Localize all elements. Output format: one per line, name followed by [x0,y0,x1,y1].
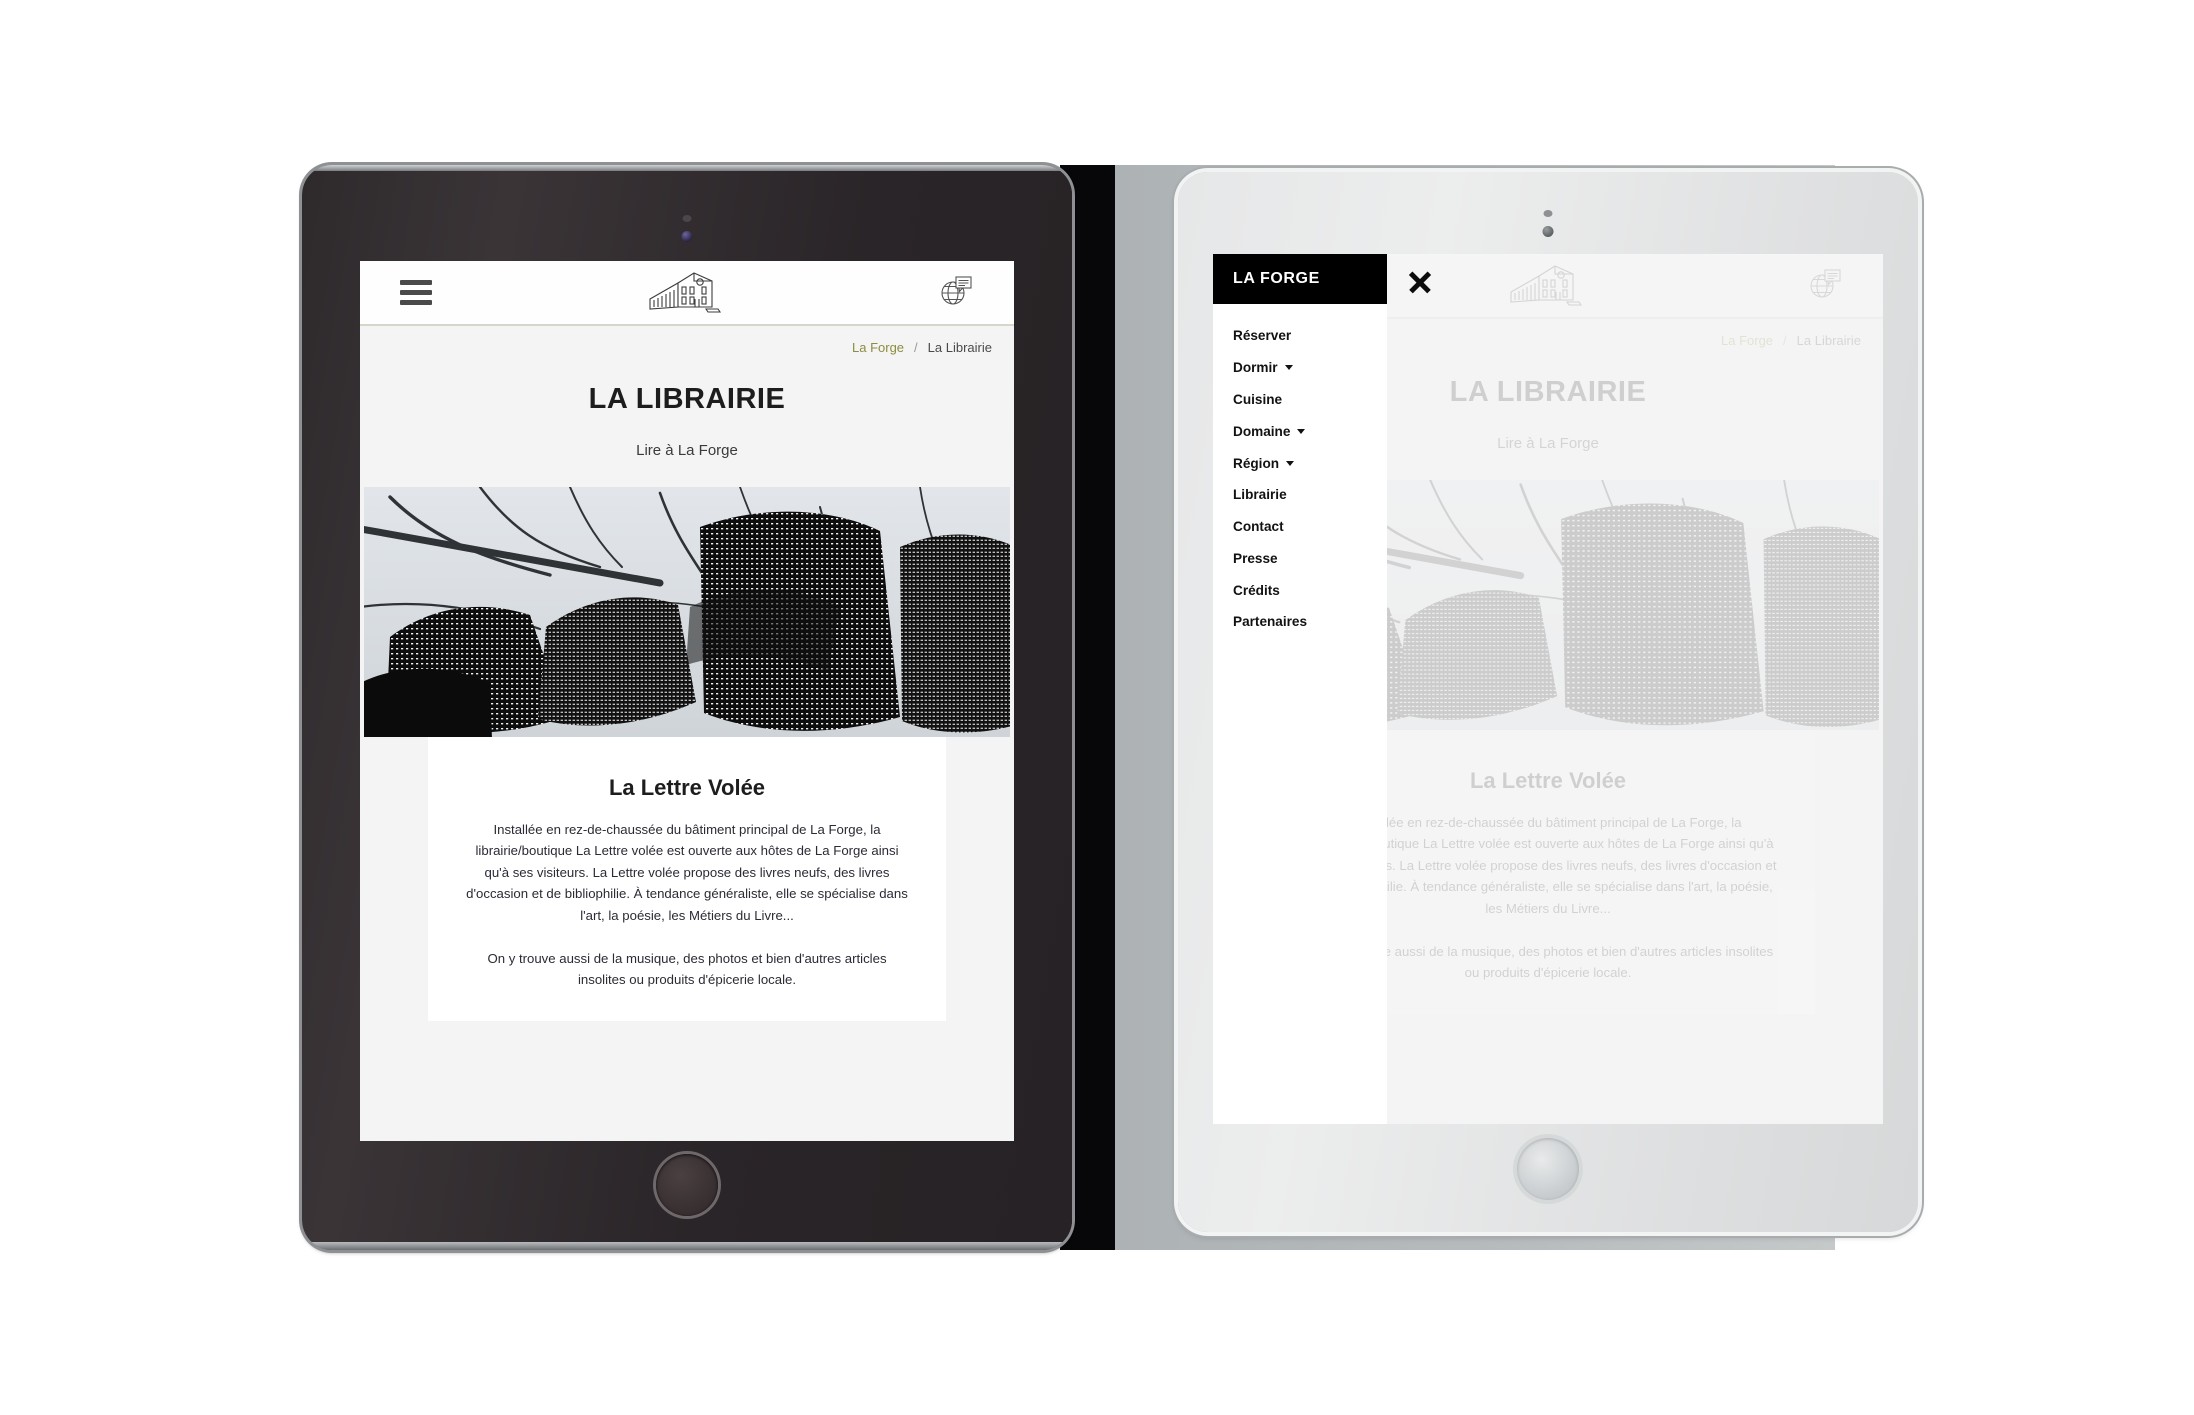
website-white: La Forge / La Librairie LA LIBRAIRIE Lir… [1213,254,1883,1124]
article-paragraph-1: Installée en rez-de-chaussée du bâtiment… [466,822,908,923]
menu-item-presse[interactable]: Presse [1233,542,1387,574]
chevron-down-icon [1286,460,1295,466]
menu-item-label: Cuisine [1233,391,1283,407]
menu-item-region[interactable]: Région [1233,447,1387,479]
menu-item-label: Réserver [1233,328,1292,344]
globe-language-icon[interactable] [1807,266,1843,305]
menu-item-cuisine[interactable]: Cuisine [1233,384,1387,416]
menu-item-label: Librairie [1233,487,1287,503]
menu-item-dormir[interactable]: Dormir [1233,352,1387,384]
website-dark: La Forge / La Librairie LA LIBRAIRIE Lir… [360,261,1014,1141]
menu-item-partenaires[interactable]: Partenaires [1233,606,1387,638]
menu-item-label: Contact [1233,519,1284,535]
close-icon[interactable] [1405,267,1435,297]
navigation-menu-panel: LA FORGE Réserver Dormir Cuisine Domaine… [1213,254,1387,1124]
home-button[interactable] [1517,1138,1579,1200]
breadcrumb-current: La Librairie [1796,333,1861,348]
menu-item-label: Crédits [1233,582,1280,598]
site-logo[interactable] [1507,262,1585,310]
page-title: LA LIBRAIRIE [588,383,786,415]
tablet-dark-device: La Forge / La Librairie LA LIBRAIRIE Lir… [302,165,1072,1250]
breadcrumb: La Forge / La Librairie [360,326,1014,361]
menu-item-reserver[interactable]: Réserver [1233,320,1387,352]
camera-icon [1542,226,1554,237]
menu-item-label: Région [1233,455,1280,471]
menu-title: LA FORGE [1213,254,1387,304]
article-card: La Lettre Volée Installée en rez-de-chau… [428,737,946,1021]
breadcrumb-home-link[interactable]: La Forge [852,340,904,355]
menu-item-label: Presse [1233,550,1278,566]
hamburger-menu-icon[interactable] [400,280,432,305]
breadcrumb-separator: / [914,340,918,355]
menu-item-label: Partenaires [1233,614,1308,630]
breadcrumb-separator: / [1783,333,1787,348]
tablet-white-screen: La Forge / La Librairie LA LIBRAIRIE Lir… [1213,254,1883,1124]
sensor-icon [682,215,692,222]
chevron-down-icon [1284,365,1293,371]
menu-item-label: Domaine [1233,423,1291,439]
globe-language-icon[interactable] [938,273,974,312]
screenshot-stage: La Forge / La Librairie LA LIBRAIRIE Lir… [0,0,2194,1415]
menu-list: Réserver Dormir Cuisine Domaine Région L… [1213,304,1387,638]
tablet-white-device: La Forge / La Librairie LA LIBRAIRIE Lir… [1178,172,1918,1232]
breadcrumb-home-link[interactable]: La Forge [1721,333,1773,348]
sensor-icon [1543,210,1553,217]
hero-image [364,487,1010,737]
camera-icon [681,231,693,242]
menu-item-label: Dormir [1233,360,1278,376]
home-button[interactable] [656,1154,718,1216]
chevron-down-icon [1297,428,1306,434]
page-subtitle: Lire à La Forge [636,442,738,459]
menu-item-domaine[interactable]: Domaine [1233,415,1387,447]
article-heading: La Lettre Volée [608,775,766,800]
menu-item-contact[interactable]: Contact [1233,511,1387,543]
breadcrumb-current: La Librairie [927,340,992,355]
tablet-dark-screen: La Forge / La Librairie LA LIBRAIRIE Lir… [360,261,1014,1141]
menu-item-credits[interactable]: Crédits [1233,574,1387,606]
site-header [360,261,1014,326]
site-logo[interactable] [646,269,724,317]
article-paragraph-2: On y trouve aussi de la musique, des pho… [487,950,887,988]
menu-item-librairie[interactable]: Librairie [1233,479,1387,511]
